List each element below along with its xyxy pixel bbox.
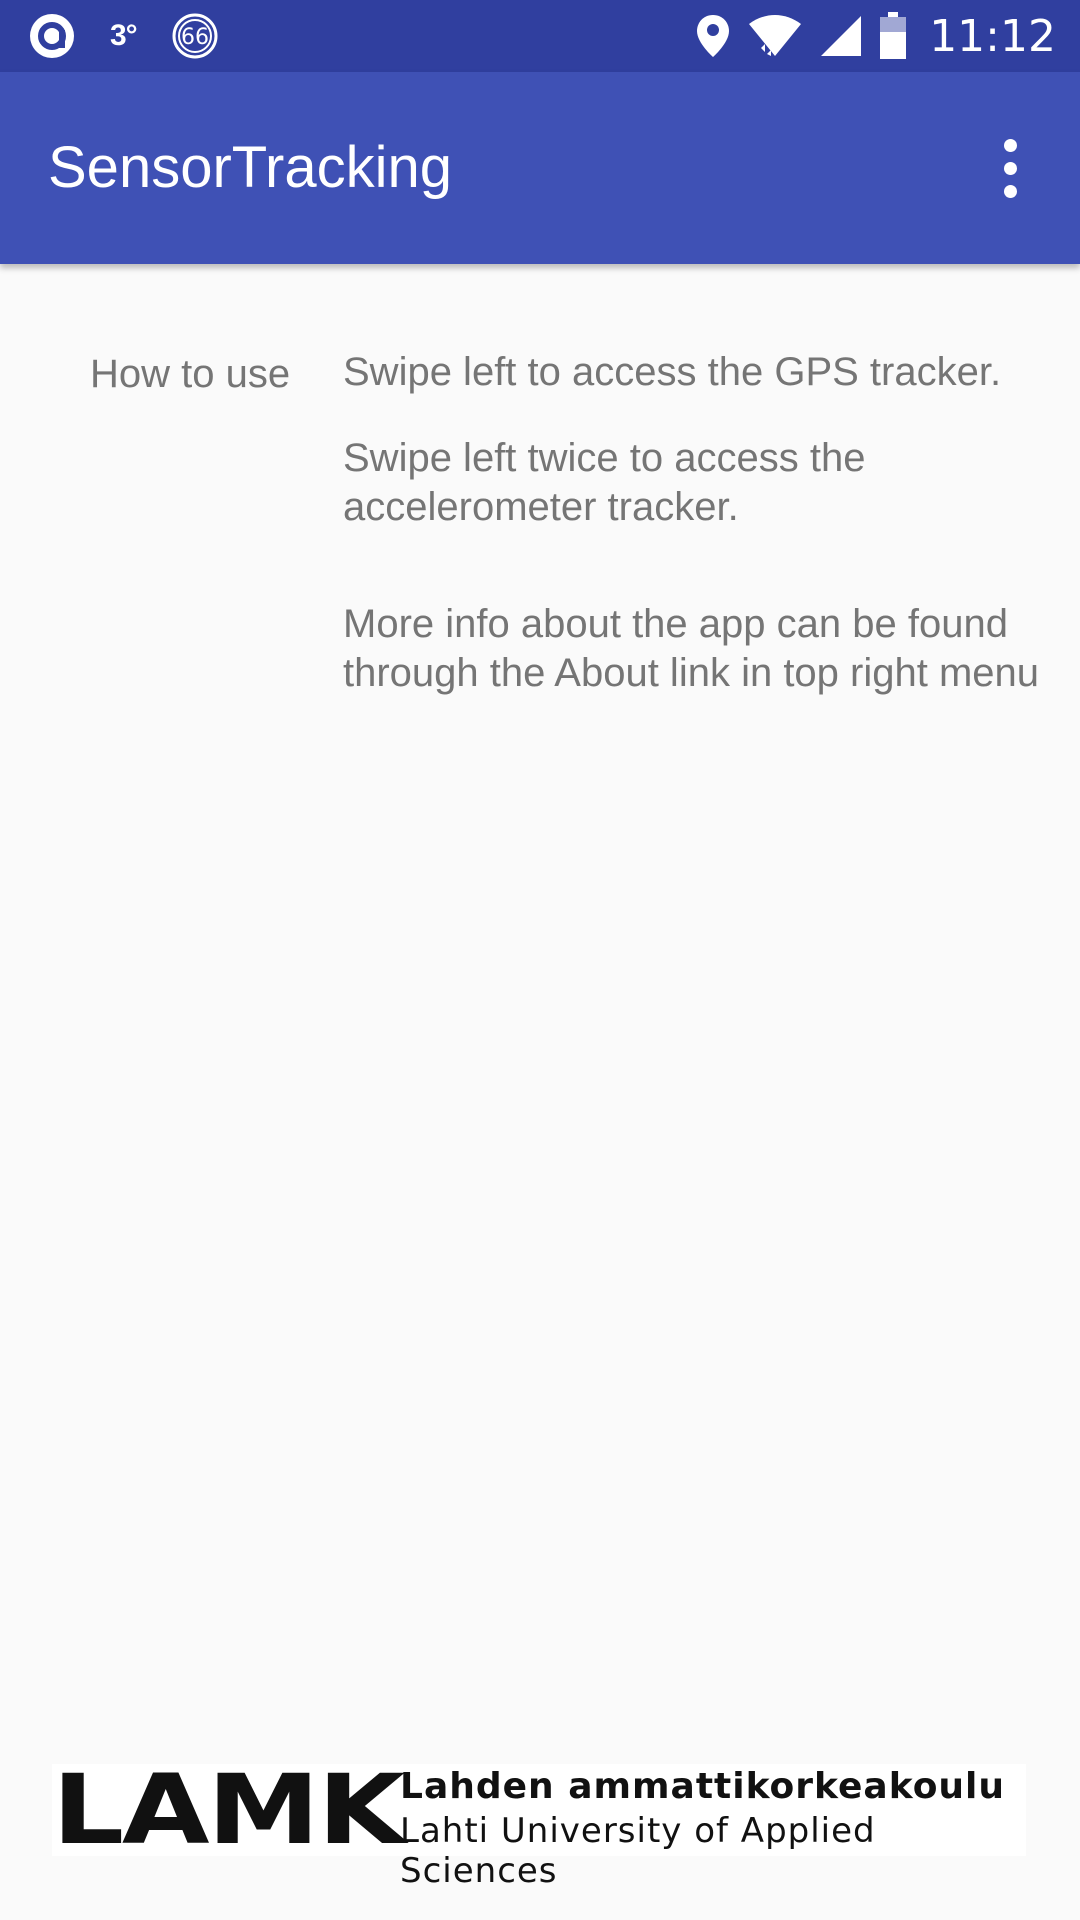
- badge-number: 66: [181, 25, 209, 50]
- app-notification-icon: [28, 12, 76, 60]
- badge-66-icon: 66: [171, 12, 219, 60]
- instruction-accelerometer: Swipe left twice to access the accelerom…: [343, 436, 866, 529]
- lamk-logo: LAMK Lahden ammattikorkeakoulu Lahti Uni…: [52, 1754, 1026, 1891]
- logo-line-english: Lahti University of Applied Sciences: [400, 1811, 876, 1891]
- status-time: 11:12: [929, 10, 1056, 62]
- logo-line-finnish: Lahden ammattikorkeakoulu: [400, 1766, 1006, 1807]
- status-left-icons: 3° 66: [28, 0, 219, 72]
- menu-dot: [1003, 138, 1017, 152]
- signal-icon: [819, 14, 863, 58]
- logo-text: Lahden ammattikorkeakoulu Lahti Universi…: [400, 1766, 1026, 1891]
- menu-dot: [1003, 184, 1017, 198]
- app-title: SensorTracking: [48, 135, 453, 200]
- app-bar: SensorTracking: [0, 72, 1080, 264]
- wifi-icon: [747, 14, 803, 58]
- battery-icon: [879, 12, 907, 60]
- logo-mark: LAMK: [52, 1754, 405, 1866]
- instruction-gps: Swipe left to access the GPS tracker.: [343, 350, 1002, 394]
- temperature-icon: 3°: [110, 19, 138, 52]
- status-right-icons: 11:12: [695, 0, 1056, 72]
- more-vert-icon[interactable]: [970, 128, 1050, 208]
- instruction-about: More info about the app can be found thr…: [343, 602, 1040, 695]
- menu-dot: [1003, 161, 1017, 175]
- location-icon: [695, 13, 731, 59]
- how-to-use-label: How to use: [90, 352, 291, 396]
- status-bar: 3° 66 11:12: [0, 0, 1080, 72]
